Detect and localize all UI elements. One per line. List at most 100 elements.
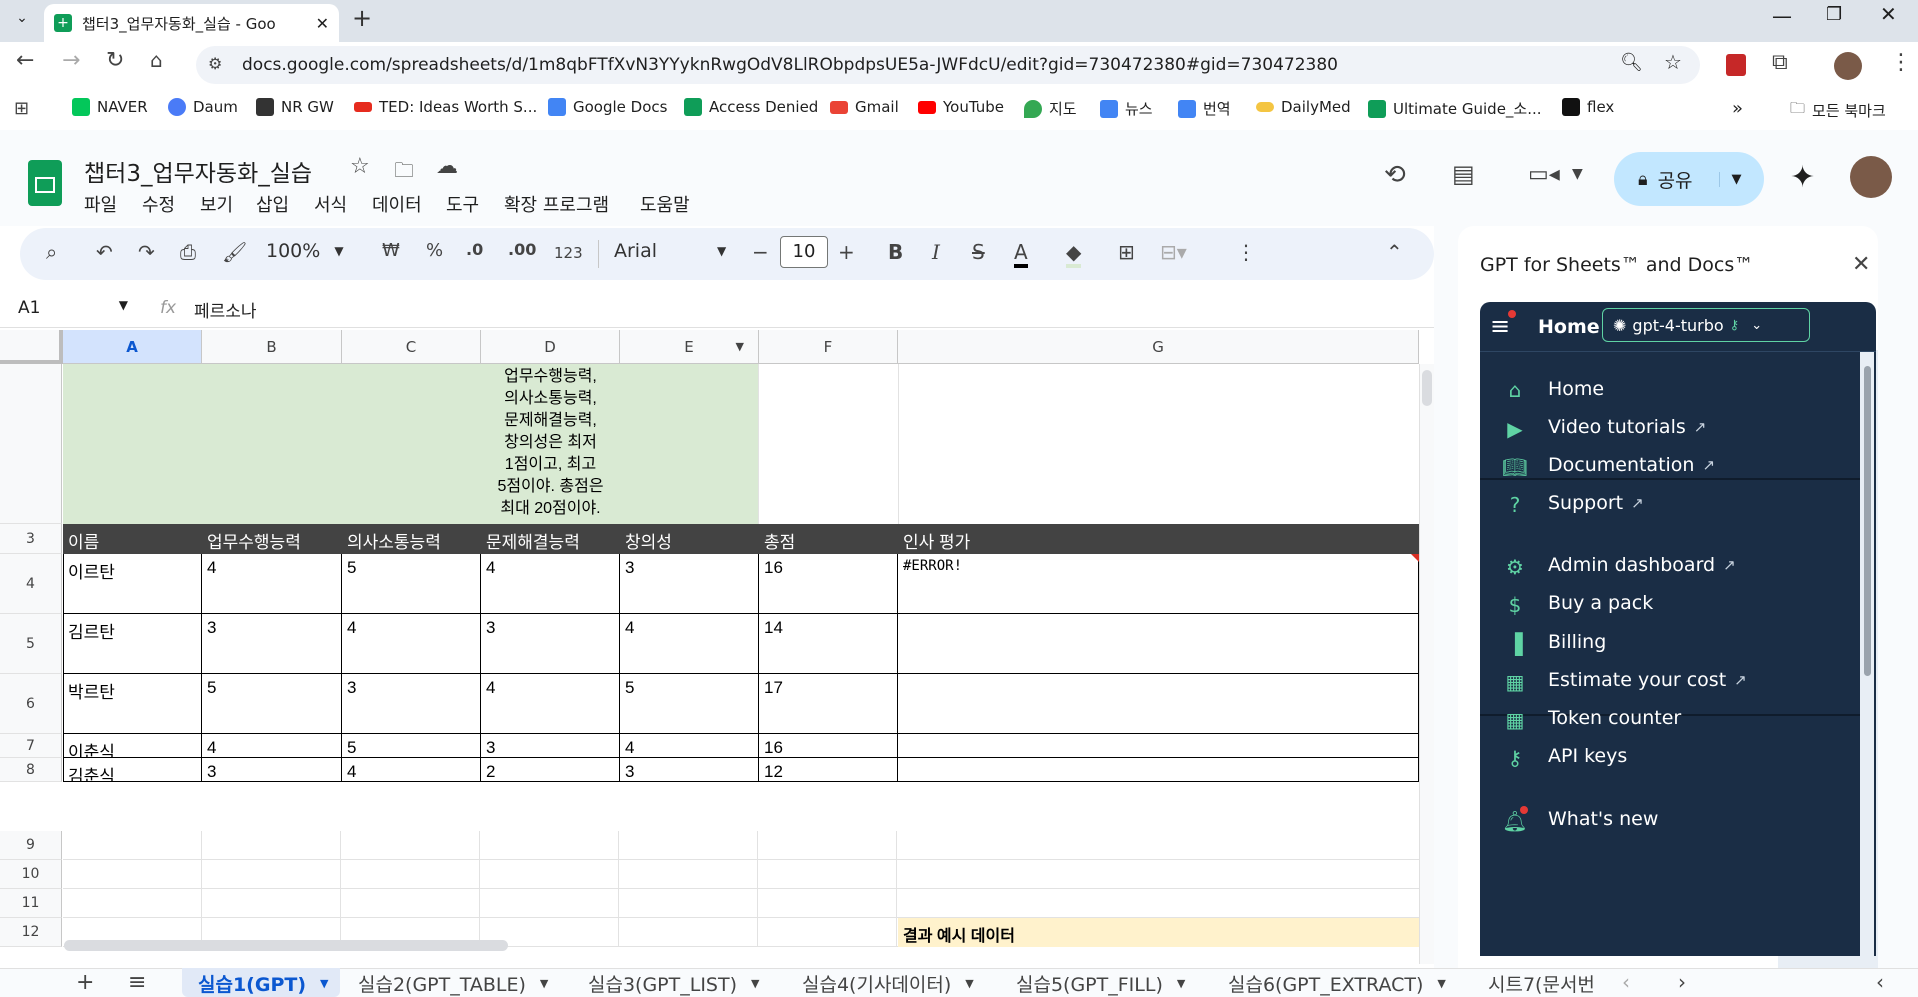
tabs-scroll-right-icon[interactable]: ›	[1678, 970, 1686, 994]
cell-communication[interactable]: 5	[342, 554, 481, 614]
menu-help[interactable]: 도움말	[640, 191, 690, 217]
cell-name[interactable]: 박르탄	[63, 674, 202, 734]
cell-name[interactable]: 이르탄	[63, 554, 202, 614]
cell-problem-solving[interactable]: 4	[481, 554, 620, 614]
sheet-tab-4[interactable]: 실습4(기사데이터) ▼	[802, 970, 974, 997]
bookmark-daum[interactable]: Daum	[168, 98, 238, 116]
cell-communication[interactable]: 5	[342, 734, 481, 758]
version-history-icon[interactable]: ⟲	[1384, 160, 1406, 190]
italic-button[interactable]: I	[932, 240, 940, 264]
column-header-c[interactable]: C	[342, 330, 481, 364]
window-restore-icon[interactable]: ❐	[1826, 4, 1842, 25]
back-icon[interactable]: ←	[16, 48, 34, 73]
cell-creativity[interactable]: 4	[620, 614, 759, 674]
menu-format[interactable]: 서식	[314, 191, 347, 217]
drawer-scroll-thumb[interactable]	[1864, 366, 1871, 676]
all-bookmarks[interactable]: 🗀 모든 북마크	[1790, 98, 1886, 123]
column-header-f[interactable]: F	[759, 330, 898, 364]
home-icon[interactable]: ⌂	[150, 48, 163, 72]
forward-icon[interactable]: →	[62, 48, 80, 73]
percent-format-button[interactable]: %	[426, 240, 443, 261]
sheet-tab-2[interactable]: 실습2(GPT_TABLE) ▼	[358, 970, 548, 997]
horizontal-scrollbar[interactable]	[64, 940, 508, 951]
menu-home[interactable]: Home	[1548, 378, 1604, 400]
add-sheet-icon[interactable]: +	[76, 970, 94, 995]
extensions-puzzle-icon[interactable]: ⧉	[1772, 50, 1788, 75]
cell-hr-evaluation[interactable]	[898, 614, 1419, 674]
all-sheets-icon[interactable]: ≡	[128, 970, 146, 995]
row-header-9[interactable]: 9	[0, 831, 62, 860]
menu-extensions[interactable]: 확장 프로그램	[504, 191, 609, 217]
menu-support[interactable]: Support ↗	[1548, 492, 1644, 514]
redo-icon[interactable]: ↷	[138, 240, 155, 264]
tab-search-chevron-icon[interactable]: ⌄	[10, 6, 34, 30]
collapse-toolbar-icon[interactable]: ⌃	[1386, 240, 1403, 264]
cell-total[interactable]: 17	[759, 674, 898, 734]
note-cell[interactable]: 업무수행능력, 의사소통능력, 문제해결능력, 창의성은 최저 1점이고, 최고…	[481, 364, 620, 524]
new-tab-button[interactable]: +	[352, 4, 372, 32]
cell-hr-evaluation[interactable]	[898, 674, 1419, 734]
tabs-scroll-left-icon[interactable]: ‹	[1622, 970, 1630, 994]
meet-icon[interactable]: ▭◂	[1528, 162, 1560, 187]
font-size-increase-button[interactable]: +	[838, 240, 855, 264]
cell-problem-solving[interactable]: 4	[481, 674, 620, 734]
menu-edit[interactable]: 수정	[142, 191, 175, 217]
cell-total[interactable]: 12	[759, 758, 898, 782]
cell-performance[interactable]: 3	[202, 614, 342, 674]
star-icon[interactable]: ☆	[350, 154, 370, 179]
row-header-6[interactable]: 6	[0, 674, 62, 734]
bookmark-maps[interactable]: 지도	[1024, 98, 1077, 119]
sheet-tab-3[interactable]: 실습3(GPT_LIST) ▼	[588, 970, 760, 997]
cell-communication[interactable]: 3	[342, 674, 481, 734]
search-menus-icon[interactable]: ⌕	[46, 240, 57, 264]
site-info-icon[interactable]: ⚙	[208, 54, 222, 73]
name-box[interactable]: A1 ▼	[18, 298, 128, 318]
cell-problem-solving[interactable]: 3	[481, 614, 620, 674]
column-header-b[interactable]: B	[202, 330, 342, 364]
header-performance[interactable]: 업무수행능력	[202, 524, 342, 554]
cloud-status-icon[interactable]: ☁	[436, 154, 458, 179]
cell-communication[interactable]: 4	[342, 758, 481, 782]
cell-creativity[interactable]: 3	[620, 554, 759, 614]
menu-insert[interactable]: 삽입	[256, 191, 289, 217]
merge-cells-icon[interactable]: ⊟▾	[1160, 240, 1187, 264]
undo-icon[interactable]: ↶	[96, 240, 113, 264]
row-header-2[interactable]	[0, 364, 62, 524]
font-size-decrease-button[interactable]: −	[752, 240, 769, 264]
borders-icon[interactable]: ⊞	[1118, 240, 1135, 264]
cell-problem-solving[interactable]: 2	[481, 758, 620, 782]
header-problem-solving[interactable]: 문제해결능력	[481, 524, 620, 554]
zoom-select[interactable]: 100% ▼	[266, 240, 344, 262]
move-folder-icon[interactable]: 🗀	[394, 156, 414, 190]
row-header-12[interactable]: 12	[0, 918, 62, 947]
column-header-a[interactable]: A	[63, 330, 202, 364]
bookmark-naver[interactable]: NAVER	[72, 98, 148, 116]
bookmark-nrgw[interactable]: NR GW	[256, 98, 334, 116]
header-total[interactable]: 총점	[759, 524, 898, 554]
apps-grid-icon[interactable]: ⊞	[14, 98, 29, 119]
sheet-tab-7[interactable]: 시트7(문서번	[1488, 970, 1600, 997]
bookmark-access-denied[interactable]: Access Denied	[684, 98, 818, 116]
more-options-icon[interactable]: ⋮	[1236, 240, 1256, 264]
menu-billing[interactable]: Billing	[1548, 631, 1606, 653]
cell-performance[interactable]: 4	[202, 734, 342, 758]
menu-view[interactable]: 보기	[200, 191, 233, 217]
menu-tools[interactable]: 도구	[446, 191, 479, 217]
account-avatar[interactable]	[1850, 156, 1892, 198]
cell-name[interactable]: 김르탄	[63, 614, 202, 674]
cell-performance[interactable]: 3	[202, 758, 342, 782]
vertical-scrollbar[interactable]	[1422, 370, 1432, 406]
chrome-menu-icon[interactable]: ⋮	[1890, 50, 1912, 75]
bookmark-star-icon[interactable]: ☆	[1664, 50, 1682, 74]
cell-name[interactable]: 김춘식	[63, 758, 202, 782]
hamburger-menu-icon[interactable]: ≡	[1490, 312, 1510, 340]
share-button[interactable]: 🔒︎ 공유 ▼	[1614, 152, 1764, 206]
cell-creativity[interactable]: 5	[620, 674, 759, 734]
menu-api-keys[interactable]: API keys	[1548, 745, 1627, 767]
row-header-4[interactable]: 4	[0, 554, 62, 614]
meet-dropdown-icon[interactable]: ▼	[1572, 166, 1583, 182]
note-merged-area[interactable]	[63, 364, 759, 524]
increase-decimal-button[interactable]: .00	[508, 240, 536, 259]
cell-creativity[interactable]: 3	[620, 758, 759, 782]
cell-total[interactable]: 16	[759, 554, 898, 614]
